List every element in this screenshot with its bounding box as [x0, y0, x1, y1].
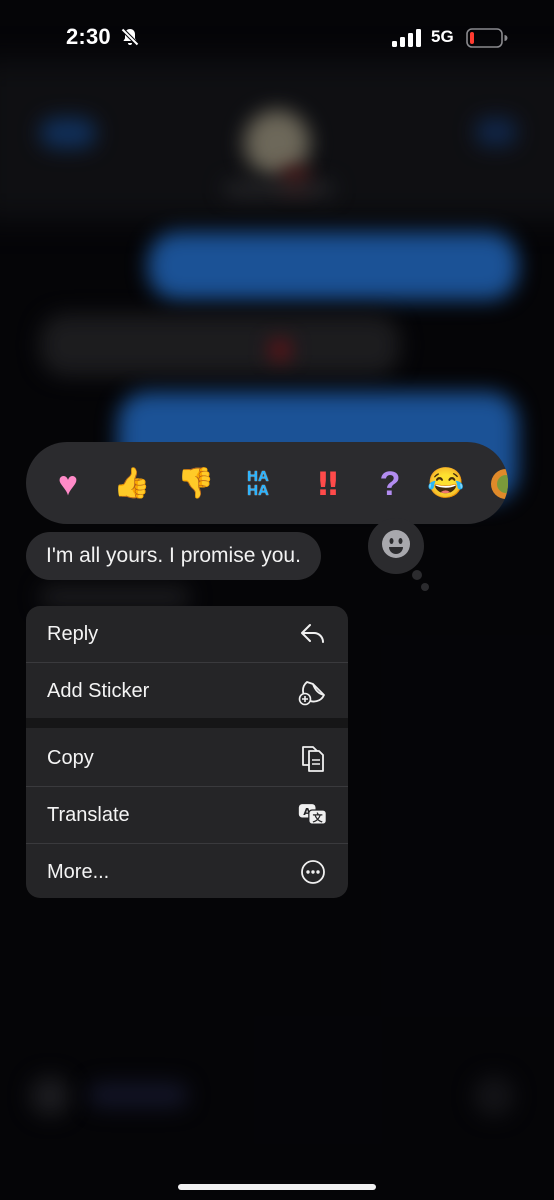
menu-item-label: Reply: [47, 622, 99, 645]
menu-item-label: More...: [47, 860, 110, 883]
dim-overlay[interactable]: [0, 0, 554, 1200]
message-context-menu: Reply Add Sticker Copy Translate A 文 Mor…: [26, 606, 348, 898]
bubble-tail-dot: [421, 583, 429, 591]
more-icon: [298, 857, 328, 887]
menu-item-copy[interactable]: Copy: [26, 730, 348, 786]
selected-message-bubble[interactable]: I'm all yours. I promise you.: [26, 532, 321, 580]
tapback-reaction-tray: ♥ 👍 👎 HA HA ‼ ? 😂: [26, 442, 508, 524]
status-bar: 2:30 5G: [0, 0, 554, 76]
exclamation-reaction-icon[interactable]: ‼: [306, 464, 346, 504]
more-emoji-partial-icon[interactable]: [486, 464, 508, 504]
blurred-conversation-background: [0, 0, 554, 1200]
menu-section-separator: [26, 718, 348, 728]
menu-item-label: Translate: [47, 803, 130, 826]
svg-text:文: 文: [313, 811, 324, 824]
network-type: 5G: [431, 27, 454, 46]
haha-reaction-icon[interactable]: HA HA: [238, 464, 278, 504]
thumbs-down-reaction-icon[interactable]: 👎: [176, 464, 216, 504]
menu-item-label: Add Sticker: [47, 679, 150, 702]
menu-item-add-sticker[interactable]: Add Sticker: [26, 663, 348, 719]
status-time: 2:30: [66, 24, 111, 49]
bell-slash-icon: [120, 27, 140, 52]
smiley-icon: [381, 529, 411, 564]
translate-icon: A 文: [298, 800, 328, 830]
reply-icon: [298, 619, 328, 649]
battery-low-icon: [466, 28, 508, 53]
menu-item-label: Copy: [47, 746, 94, 769]
menu-item-more[interactable]: More...: [26, 844, 348, 898]
copy-icon: [298, 743, 328, 773]
menu-item-reply[interactable]: Reply: [26, 606, 348, 662]
haha-badge: HA HA: [247, 468, 269, 499]
cellular-signal-icon: [392, 29, 422, 52]
thumbs-up-reaction-icon[interactable]: 👍: [112, 464, 152, 504]
home-indicator[interactable]: [178, 1184, 376, 1190]
laughing-reaction-icon[interactable]: 😂: [426, 464, 466, 504]
bubble-tail-dot: [412, 570, 422, 580]
menu-item-translate[interactable]: Translate A 文: [26, 787, 348, 843]
question-reaction-icon[interactable]: ?: [370, 464, 410, 504]
emoji-reaction-button[interactable]: [368, 518, 424, 574]
heart-reaction-icon[interactable]: ♥: [48, 464, 88, 504]
add-sticker-icon: [298, 676, 328, 706]
